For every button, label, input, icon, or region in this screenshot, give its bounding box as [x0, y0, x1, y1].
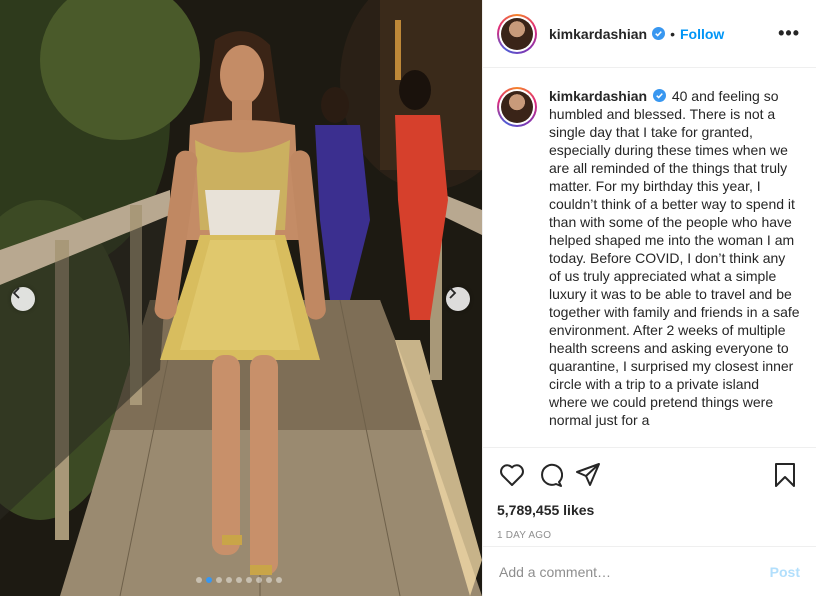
caption-avatar[interactable]	[497, 87, 537, 127]
carousel-prev-button[interactable]	[11, 287, 35, 311]
comment-box: Post	[483, 546, 816, 596]
carousel-indicator	[196, 577, 282, 583]
carousel-dot	[246, 577, 252, 583]
avatar[interactable]	[497, 13, 537, 54]
avatar-image	[501, 91, 533, 123]
photo-illustration	[0, 0, 482, 596]
carousel-dot	[216, 577, 222, 583]
share-icon	[576, 463, 600, 486]
carousel-dot	[196, 577, 202, 583]
avatar-image	[501, 17, 533, 50]
post-header: kimkardashian • Follow •••	[483, 0, 816, 68]
carousel-dot	[276, 577, 282, 583]
more-options-button[interactable]: •••	[778, 23, 800, 44]
share-button[interactable]	[573, 460, 603, 490]
heart-icon	[500, 464, 524, 486]
comment-input[interactable]	[499, 563, 770, 580]
verified-badge-icon	[652, 27, 666, 40]
post-photo[interactable]	[0, 0, 482, 596]
post-details-panel: kimkardashian • Follow ••• kimkardashian…	[482, 0, 816, 596]
separator-dot: •	[670, 25, 675, 42]
chevron-left-icon	[12, 287, 20, 299]
post-comment-button[interactable]: Post	[770, 564, 800, 580]
carousel-dot	[236, 577, 242, 583]
carousel-dot	[256, 577, 262, 583]
follow-button[interactable]: Follow	[680, 26, 724, 42]
post-actions: 5,789,455 likes 1 DAY AGO	[483, 447, 816, 541]
caption-text: 40 and feeling so humbled and blessed. T…	[549, 88, 800, 428]
carousel-dot	[226, 577, 232, 583]
carousel-dot	[206, 577, 212, 583]
bookmark-icon	[775, 463, 795, 487]
comment-icon	[541, 463, 563, 487]
save-button[interactable]	[770, 460, 800, 490]
chevron-right-icon	[449, 287, 457, 299]
caption: kimkardashian 40 and feeling so humbled …	[549, 87, 800, 447]
carousel-next-button[interactable]	[446, 287, 470, 311]
like-button[interactable]	[497, 460, 527, 490]
caption-username[interactable]: kimkardashian	[549, 88, 647, 104]
username[interactable]: kimkardashian	[549, 26, 647, 42]
verified-badge-icon	[652, 89, 666, 102]
likes-count[interactable]: 5,789,455 likes	[497, 502, 800, 518]
caption-area: kimkardashian 40 and feeling so humbled …	[483, 69, 816, 447]
post-date[interactable]: 1 DAY AGO	[497, 530, 800, 541]
carousel-dot	[266, 577, 272, 583]
comment-button[interactable]	[535, 460, 565, 490]
